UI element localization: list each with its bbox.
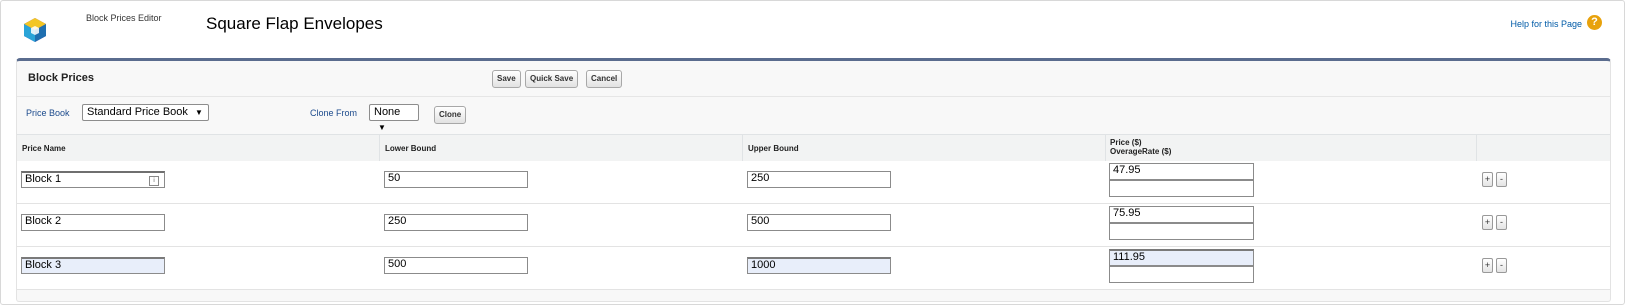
- price-name-input[interactable]: Block 2: [21, 214, 165, 231]
- column-separator: [742, 135, 743, 161]
- app-logo-icon: [24, 18, 46, 42]
- chevron-down-icon: ▼: [378, 123, 386, 132]
- price-book-label: Price Book: [26, 108, 70, 118]
- cancel-button[interactable]: Cancel: [586, 70, 623, 88]
- save-button[interactable]: Save: [492, 70, 521, 88]
- upper-bound-input[interactable]: 250: [747, 171, 891, 188]
- header-lower-bound: Lower Bound: [385, 144, 437, 153]
- app-frame: Block Prices Editor Square Flap Envelope…: [0, 0, 1625, 305]
- overage-rate-input[interactable]: [1109, 223, 1254, 240]
- upper-bound-input[interactable]: 1000: [747, 257, 891, 274]
- overage-rate-input[interactable]: [1109, 180, 1254, 197]
- header-overage-rate: OverageRate ($): [1110, 147, 1172, 156]
- column-separator: [1105, 135, 1106, 161]
- remove-row-button[interactable]: -: [1496, 172, 1507, 187]
- clone-from-label: Clone From: [310, 108, 358, 118]
- chevron-down-icon: ▼: [194, 108, 203, 117]
- block-prices-panel: Block Prices Save Quick Save Cancel Pric…: [16, 58, 1611, 302]
- table-row: Block 2 250 500 75.95 + -: [17, 204, 1610, 247]
- remove-row-button[interactable]: -: [1496, 215, 1507, 230]
- clone-from-select[interactable]: None ▼: [369, 104, 419, 132]
- header-price: Price ($): [1110, 138, 1142, 147]
- lower-bound-input[interactable]: 50: [384, 171, 528, 188]
- column-separator: [1476, 135, 1477, 161]
- lower-bound-input[interactable]: 250: [384, 214, 528, 231]
- lower-bound-input[interactable]: 500: [384, 257, 528, 274]
- breadcrumb: Block Prices Editor: [86, 13, 162, 23]
- header-price-name: Price Name: [22, 144, 66, 153]
- table-header: Price Name Lower Bound Upper Bound Price…: [17, 134, 1610, 162]
- page-title: Square Flap Envelopes: [206, 14, 383, 33]
- price-book-value: Standard Price Book: [87, 106, 188, 118]
- help-icon[interactable]: ?: [1587, 15, 1602, 30]
- price-input[interactable]: 111.95: [1109, 249, 1254, 266]
- add-row-button[interactable]: +: [1482, 172, 1493, 187]
- panel-divider: [17, 96, 1610, 97]
- help-link[interactable]: Help for this Page: [1510, 19, 1582, 29]
- header-upper-bound: Upper Bound: [748, 144, 799, 153]
- price-name-value: Block 1: [25, 173, 62, 185]
- remove-row-button[interactable]: -: [1496, 258, 1507, 273]
- quick-save-button[interactable]: Quick Save: [525, 70, 579, 88]
- column-separator: [379, 135, 380, 161]
- table-row: Block 1 i 50 250 47.95 + -: [17, 161, 1610, 204]
- lookup-icon[interactable]: i: [149, 176, 159, 186]
- upper-bound-input[interactable]: 500: [747, 214, 891, 231]
- add-row-button[interactable]: +: [1482, 215, 1493, 230]
- table-row: Block 3 500 1000 111.95 + -: [17, 247, 1610, 290]
- price-name-input[interactable]: Block 1 i: [21, 171, 165, 188]
- add-row-button[interactable]: +: [1482, 258, 1493, 273]
- price-book-select[interactable]: Standard Price Book ▼: [82, 104, 209, 121]
- clone-from-value: None: [374, 106, 401, 118]
- panel-title: Block Prices: [28, 72, 95, 84]
- price-input[interactable]: 47.95: [1109, 163, 1254, 180]
- price-name-input[interactable]: Block 3: [21, 257, 165, 274]
- clone-button[interactable]: Clone: [434, 106, 467, 124]
- overage-rate-input[interactable]: [1109, 266, 1254, 283]
- price-input[interactable]: 75.95: [1109, 206, 1254, 223]
